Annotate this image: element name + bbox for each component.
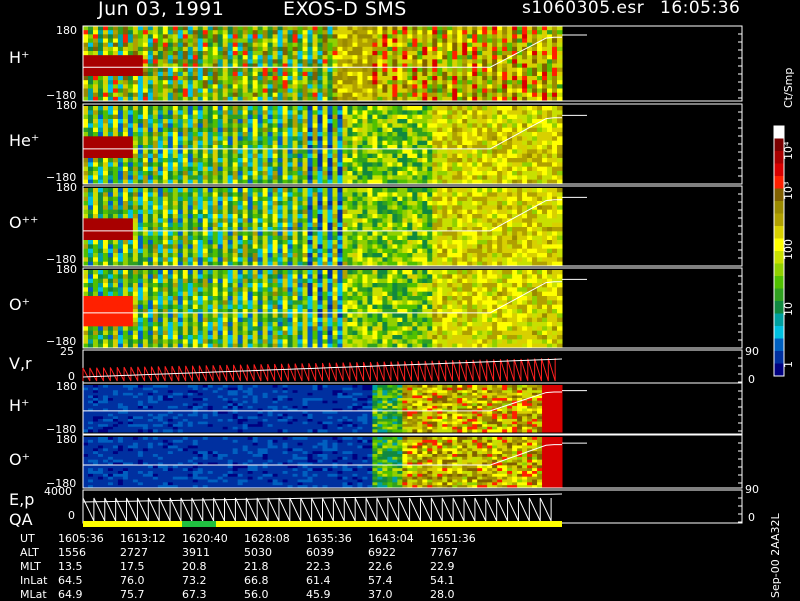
p5-right-tick-bottom: 0 xyxy=(748,374,755,385)
panel8-frame xyxy=(83,490,742,523)
colorbar-swatch xyxy=(774,289,784,302)
ephemeris-cell: 54.1 xyxy=(430,575,455,586)
ephemeris-cell: 2727 xyxy=(120,547,148,558)
ephemeris-cell: 76.0 xyxy=(120,575,145,586)
colorbar-tick-1e4: 10⁴ xyxy=(783,142,794,160)
heatmap-o-plusplus xyxy=(83,188,563,267)
ephemeris-cell: 1635:36 xyxy=(306,533,352,544)
p4-ytick-top: 180 xyxy=(56,264,77,275)
p5-right-tick-top: 90 xyxy=(745,346,759,357)
instrument-title: EXOS-D SMS xyxy=(283,0,407,19)
p8-ytick-bottom: 0 xyxy=(68,510,75,521)
ephemeris-row-label: UT xyxy=(20,533,35,544)
ephemeris-cell: 22.3 xyxy=(306,561,331,572)
ephemeris-cell: 73.2 xyxy=(182,575,207,586)
colorbar-swatch xyxy=(774,226,784,239)
ephemeris-row-label: MLat xyxy=(20,589,47,600)
panel8-label: E,p xyxy=(9,492,34,508)
panel5-frame xyxy=(83,350,742,383)
ephemeris-cell: 1605:36 xyxy=(58,533,104,544)
qa-bar-green-segment xyxy=(182,521,216,527)
ephemeris-cell: 1620:40 xyxy=(182,533,228,544)
ephemeris-cell: 75.7 xyxy=(120,589,145,600)
p8-right-tick-bottom: 0 xyxy=(748,512,755,523)
colorbar-tick-10: 10 xyxy=(783,302,794,316)
ephemeris-cell: 6922 xyxy=(368,547,396,558)
colorbar-swatch xyxy=(774,264,784,277)
ephemeris-cell: 1613:12 xyxy=(120,533,166,544)
p5-ytick-top: 25 xyxy=(60,346,74,357)
p2-ytick-top: 180 xyxy=(56,100,77,111)
panel5-label: V,r xyxy=(9,356,32,372)
p8-right-tick-top: 90 xyxy=(745,484,759,495)
ephemeris-cell: 5030 xyxy=(244,547,272,558)
colorbar-swatch xyxy=(774,276,784,289)
ephemeris-cell: 20.8 xyxy=(182,561,207,572)
heatmap-h-plus-low xyxy=(83,385,563,433)
p1-ytick-top: 180 xyxy=(56,25,77,36)
ephemeris-cell: 37.0 xyxy=(368,589,393,600)
ephemeris-cell: 28.0 xyxy=(430,589,455,600)
ephemeris-cell: 1556 xyxy=(58,547,86,558)
ephemeris-cell: 64.5 xyxy=(58,575,83,586)
panel2-label: He⁺ xyxy=(9,133,39,149)
ephemeris-cell: 21.8 xyxy=(244,561,269,572)
p8-ytick-top: 4000 xyxy=(44,486,72,497)
qa-bar xyxy=(83,521,562,527)
ephemeris-cell: 61.4 xyxy=(306,575,331,586)
ephemeris-cell: 57.4 xyxy=(368,575,393,586)
qa-label: QA xyxy=(9,512,33,528)
ephemeris-cell: 6039 xyxy=(306,547,334,558)
heatmap-h-plus xyxy=(83,26,563,102)
colorbar-swatch xyxy=(774,339,784,352)
panel1-label: H⁺ xyxy=(9,50,29,66)
colorbar-swatch xyxy=(774,326,784,339)
colorbar-unit: Ct/Smp xyxy=(783,68,794,108)
ephemeris-cell: 56.0 xyxy=(244,589,269,600)
colorbar-swatch xyxy=(774,201,784,214)
ephemeris-row-label: InLat xyxy=(20,575,47,586)
panel4-label: O⁺ xyxy=(9,297,30,313)
ephemeris-cell: 17.5 xyxy=(120,561,145,572)
p3-ytick-top: 180 xyxy=(56,182,77,193)
ephemeris-cell: 1628:08 xyxy=(244,533,290,544)
colorbar-swatch xyxy=(774,126,784,139)
ephemeris-cell: 13.5 xyxy=(58,561,83,572)
ephemeris-cell: 66.8 xyxy=(244,575,269,586)
p7-ytick-top: 180 xyxy=(56,434,77,445)
ep-sawtooth xyxy=(83,498,551,521)
ephemeris-row-label: MLT xyxy=(20,561,41,572)
ephemeris-cell: 3911 xyxy=(182,547,210,558)
colorbar-swatch xyxy=(774,164,784,177)
plot-time: 16:05:36 xyxy=(660,0,740,17)
ephemeris-cell: 64.9 xyxy=(58,589,83,600)
plot-date: Jun 03, 1991 xyxy=(98,0,224,19)
panel7-label: O⁺ xyxy=(9,452,30,468)
ephemeris-cell: 1643:04 xyxy=(368,533,414,544)
ephemeris-cell: 22.6 xyxy=(368,561,393,572)
heatmap-o-plus-low xyxy=(83,437,563,489)
heatmap-o-plus xyxy=(83,270,563,349)
ephemeris-cell: 45.9 xyxy=(306,589,331,600)
panel6-label: H⁺ xyxy=(9,398,29,414)
heatmap-he-plus xyxy=(83,106,563,185)
version-label: Sep-00 2AA32L xyxy=(770,513,781,598)
colorbar-tick-100: 100 xyxy=(783,239,794,260)
colorbar-tick-1e3: 10³ xyxy=(783,182,794,200)
file-name: s1060305.esr xyxy=(522,0,644,17)
colorbar-swatch xyxy=(774,214,784,227)
ephemeris-row-label: ALT xyxy=(20,547,39,558)
colorbar-tick-1: 1 xyxy=(783,361,794,368)
sms-plot-canvas xyxy=(0,0,800,600)
ephemeris-cell: 22.9 xyxy=(430,561,455,572)
panel3-label: O⁺⁺ xyxy=(9,215,38,231)
ephemeris-cell: 67.3 xyxy=(182,589,207,600)
ephemeris-cell: 1651:36 xyxy=(430,533,476,544)
p6-ytick-top: 180 xyxy=(56,381,77,392)
ephemeris-cell: 7767 xyxy=(430,547,458,558)
